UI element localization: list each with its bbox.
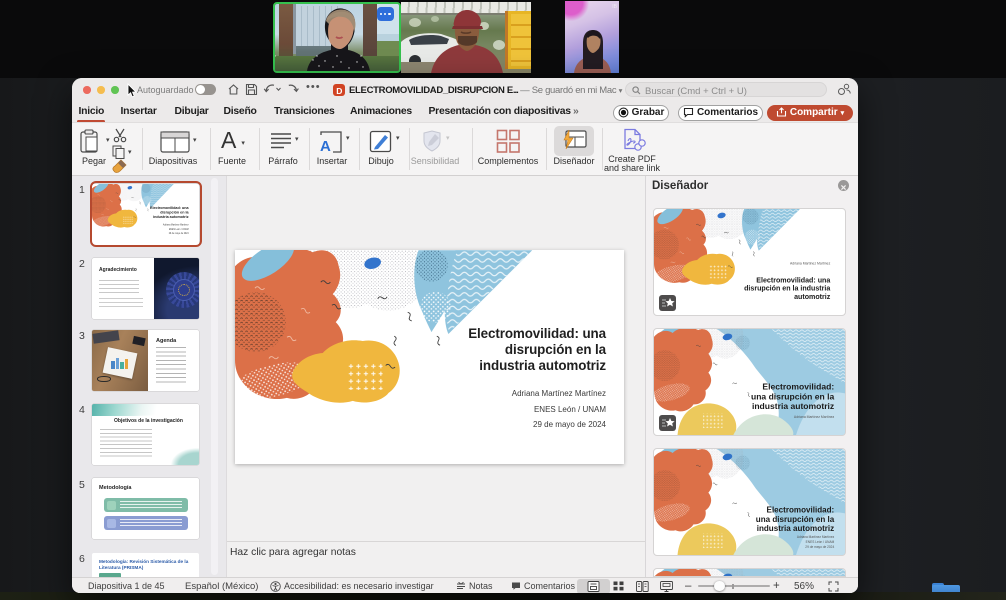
svg-text:disrupción en la industria: disrupción en la industria [744,285,831,293]
svg-text:Electromovilidad: una: Electromovilidad: una [756,276,831,284]
svg-text:29 de mayo de 2024: 29 de mayo de 2024 [805,545,834,549]
svg-text:Electromovilidad:: Electromovilidad: [762,381,834,391]
svg-text:ENES León / UNAM: ENES León / UNAM [806,540,835,544]
svg-text:automotriz: automotriz [794,293,831,301]
svg-text:industria automotriz: industria automotriz [752,401,834,411]
svg-text:una disrupción en la: una disrupción en la [751,391,834,401]
svg-text:Electromovilidad:: Electromovilidad: [767,505,835,514]
svg-text:Adriana Martínez Martínez: Adriana Martínez Martínez [797,535,835,539]
svg-text:industria automotriz: industria automotriz [757,524,835,533]
svg-text:Adriana Martínez Martínez: Adriana Martínez Martínez [790,261,831,265]
svg-text:A: A [320,138,331,154]
svg-text:una disrupción en la: una disrupción en la [756,515,835,524]
svg-text:Adriana Martínez Martínez: Adriana Martínez Martínez [794,415,835,419]
